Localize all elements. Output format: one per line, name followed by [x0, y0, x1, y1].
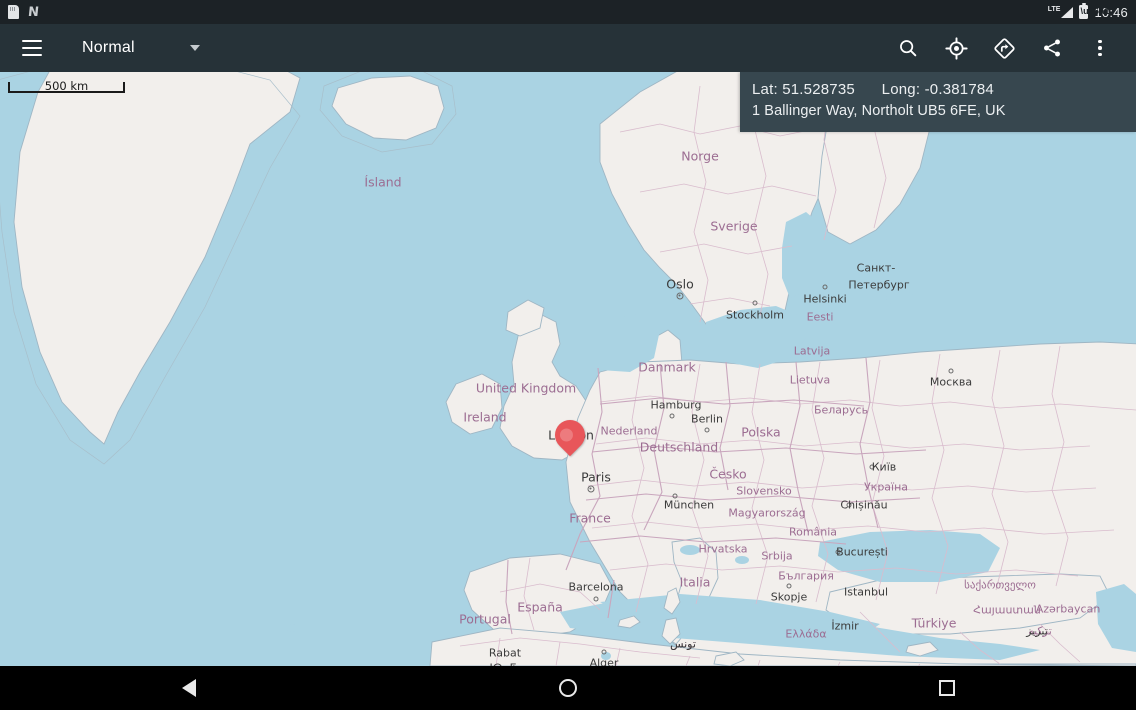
lat-label: Lat:: [752, 81, 778, 98]
status-bar-left-icons: N: [8, 4, 40, 20]
map-type-label: Normal: [82, 39, 135, 56]
status-bar: N LTE \u26a1 10:46: [0, 0, 1136, 24]
nav-recents-button[interactable]: [902, 666, 992, 710]
long-label: Long:: [881, 81, 921, 98]
location-marker-head: [548, 413, 592, 457]
coordinates-row: Lat: 51.528735 Long: -0.381784: [752, 81, 1136, 98]
hamburger-menu-icon[interactable]: [8, 24, 56, 72]
recents-square-icon: [938, 680, 955, 696]
map-type-spinner[interactable]: Normal: [82, 39, 200, 57]
sd-card-icon: [8, 5, 19, 19]
map-canvas[interactable]: 500 km Ísland Norge Sverige Eesti Latvija Lie…: [0, 72, 1136, 666]
lte-label: LTE: [1047, 6, 1061, 13]
coordinates-info-panel: Lat: 51.528735 Long: -0.381784 1 Balling…: [740, 72, 1136, 132]
location-marker[interactable]: [548, 413, 592, 457]
map-vector-layer: [0, 72, 1136, 666]
search-icon: [900, 40, 917, 57]
lat-value: 51.528735: [782, 81, 855, 98]
battery-charging-icon: \u26a1: [1079, 3, 1109, 19]
toolbar-left: Normal: [0, 24, 200, 72]
home-circle-icon: [558, 679, 577, 697]
nfc-n-icon: N: [27, 4, 40, 20]
lte-signal-icon: LTE: [1048, 6, 1074, 18]
long-value: -0.381784: [924, 81, 994, 98]
nav-home-button[interactable]: [523, 666, 613, 710]
overflow-menu-button[interactable]: [1076, 24, 1124, 72]
nav-back-button[interactable]: [144, 666, 234, 710]
directions-button[interactable]: [980, 24, 1028, 72]
my-location-button[interactable]: [932, 24, 980, 72]
search-button[interactable]: [884, 24, 932, 72]
status-bar-right: LTE \u26a1 10:46: [1048, 3, 1128, 20]
back-triangle-icon: [182, 679, 197, 697]
share-icon: [1044, 39, 1060, 57]
more-vertical-icon: [1098, 39, 1102, 57]
chevron-down-icon: [189, 45, 200, 51]
app-toolbar: Normal: [0, 24, 1136, 72]
my-location-icon: [944, 36, 968, 60]
app-screen: N LTE \u26a1 10:46 Normal 500 km Ísland …: [0, 0, 1136, 710]
address-text: 1 Ballinger Way, Northolt UB5 6FE, UK: [752, 103, 1006, 119]
android-navigation-bar: [0, 666, 1136, 710]
toolbar-actions: [884, 24, 1136, 72]
directions-icon: [993, 37, 1015, 59]
signal-bars-icon: [1061, 7, 1074, 18]
share-button[interactable]: [1028, 24, 1076, 72]
